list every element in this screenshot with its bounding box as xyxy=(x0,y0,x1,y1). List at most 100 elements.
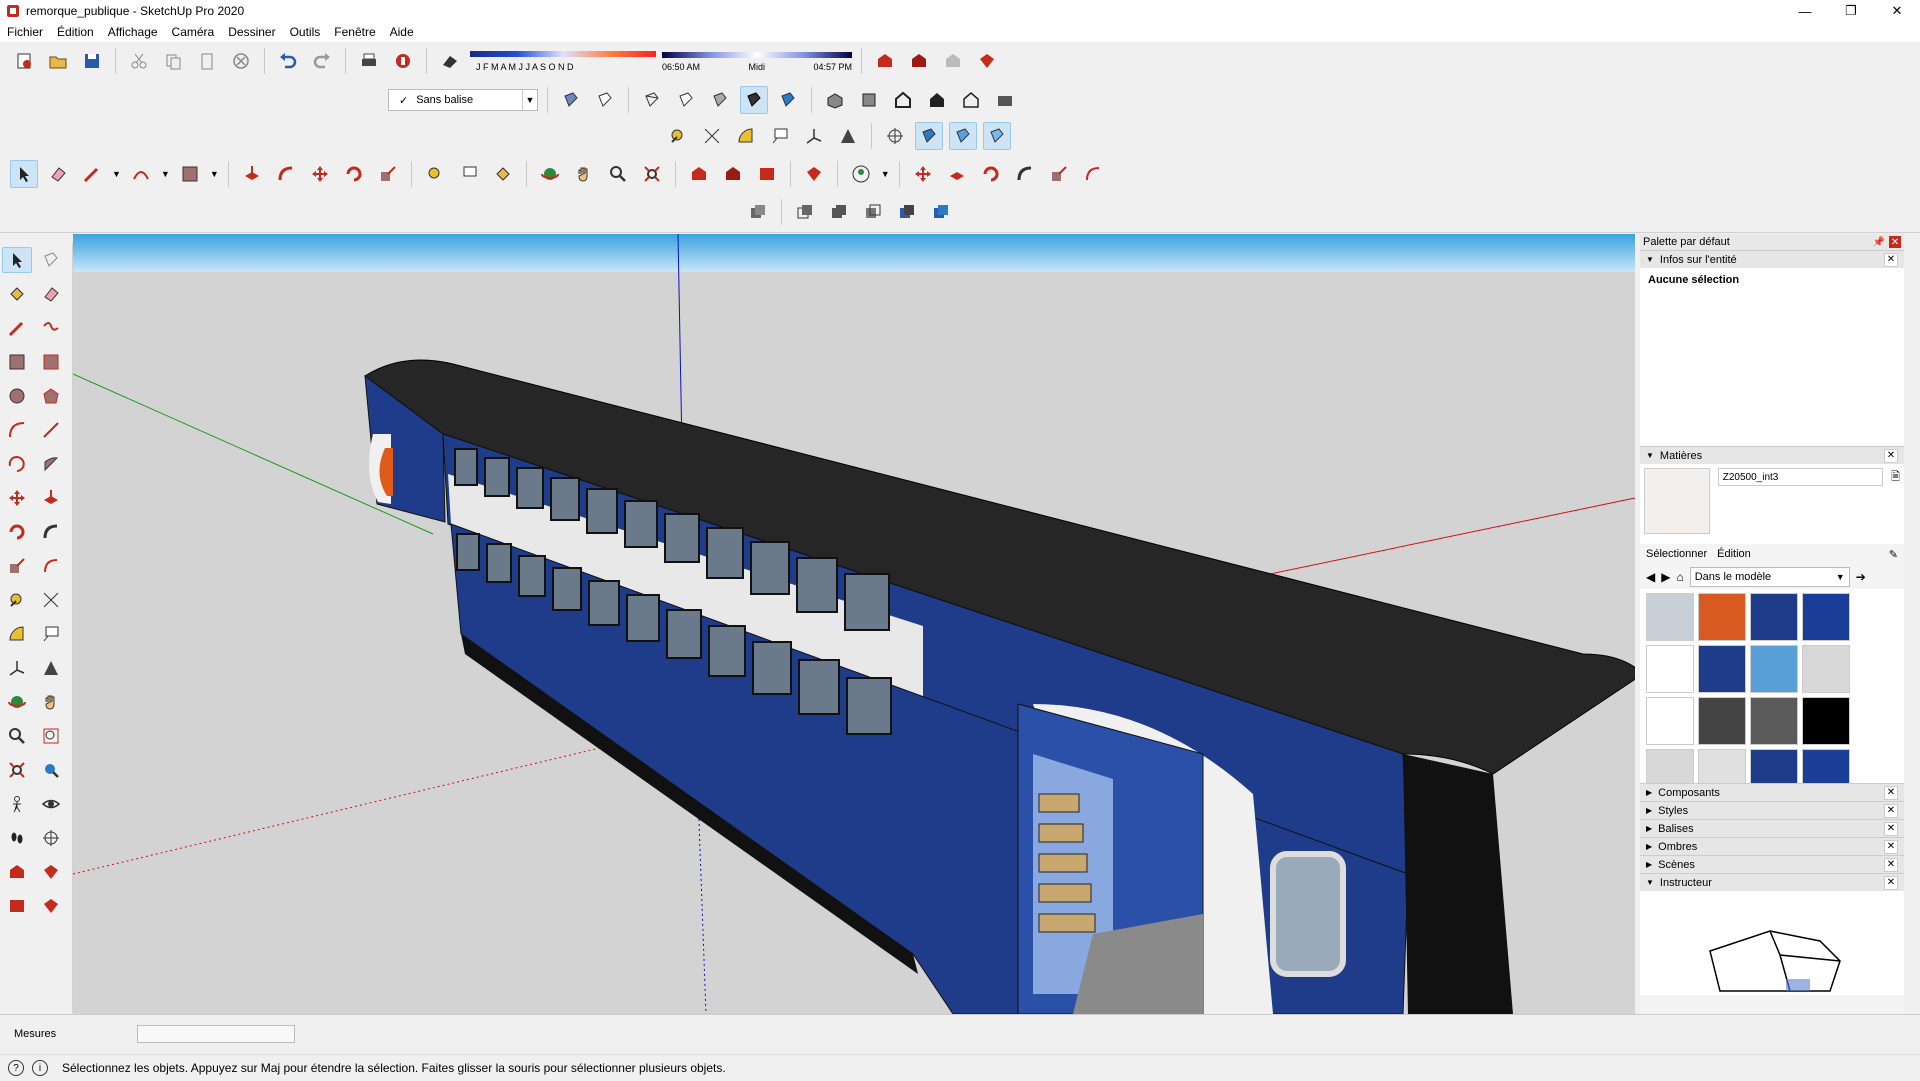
home-icon[interactable]: ⌂ xyxy=(1676,570,1683,584)
share-component-button[interactable] xyxy=(939,47,967,75)
material-thumbnail[interactable] xyxy=(1698,749,1746,783)
material-thumbnail[interactable] xyxy=(1698,697,1746,745)
top-view-button[interactable] xyxy=(855,86,883,114)
arc-tool-button[interactable] xyxy=(127,160,155,188)
pie-button[interactable] xyxy=(36,451,66,477)
tray-close-icon[interactable]: ✕ xyxy=(1889,236,1901,248)
section-fill-button[interactable] xyxy=(983,122,1011,150)
split-button[interactable] xyxy=(927,198,955,226)
extension-warehouse-left-button[interactable] xyxy=(36,859,66,885)
extension-manager-button[interactable] xyxy=(800,160,828,188)
intersect-button[interactable] xyxy=(791,198,819,226)
share-model-2-button[interactable] xyxy=(719,160,747,188)
material-thumbnail[interactable] xyxy=(1646,749,1694,783)
chevron-down-icon[interactable]: ▼ xyxy=(210,169,219,179)
shadows-toggle-button[interactable] xyxy=(436,47,464,75)
material-thumbnail[interactable] xyxy=(1646,645,1694,693)
eyedropper-icon[interactable]: ✎ xyxy=(1889,548,1898,561)
orbit-left-button[interactable] xyxy=(2,689,32,715)
entity-info-header[interactable]: ▼ Infos sur l'entité ✕ xyxy=(1640,250,1904,268)
panel-close-icon[interactable]: ✕ xyxy=(1884,252,1898,267)
monochrome-button[interactable] xyxy=(774,86,802,114)
erase-button[interactable] xyxy=(227,47,255,75)
tape-measure-button[interactable] xyxy=(664,122,692,150)
details-arrow-icon[interactable]: ➔ xyxy=(1856,570,1866,584)
material-thumbnail[interactable] xyxy=(1750,749,1798,783)
rectangle-left-button[interactable] xyxy=(2,349,32,375)
subtract-button[interactable] xyxy=(859,198,887,226)
menu-outils[interactable]: Outils xyxy=(283,25,328,39)
shaded-button[interactable] xyxy=(706,86,734,114)
rotate-2-button[interactable] xyxy=(977,160,1005,188)
tape-tool-button[interactable] xyxy=(421,160,449,188)
create-material-icon[interactable]: 🗎 xyxy=(1891,468,1900,540)
open-button[interactable] xyxy=(44,47,72,75)
3d-text-button[interactable] xyxy=(834,122,862,150)
lasso-button[interactable] xyxy=(36,247,66,273)
cut-button[interactable] xyxy=(125,47,153,75)
menu-dessiner[interactable]: Dessiner xyxy=(221,25,282,39)
material-thumbnail[interactable] xyxy=(1698,645,1746,693)
tape-left-button[interactable] xyxy=(2,587,32,613)
section-plane-left-button[interactable] xyxy=(36,825,66,851)
pin-icon[interactable]: 📌 xyxy=(1873,237,1885,248)
menu-camera[interactable]: Caméra xyxy=(165,25,222,39)
forward-arrow-icon[interactable]: ▶ xyxy=(1661,570,1670,584)
print-button[interactable] xyxy=(355,47,383,75)
outer-shell-button[interactable] xyxy=(744,198,772,226)
material-thumbnail[interactable] xyxy=(1802,697,1850,745)
text-tool-button[interactable] xyxy=(455,160,483,188)
maximize-button[interactable]: ❐ xyxy=(1828,0,1874,22)
styles-header[interactable]: ▶ Styles ✕ xyxy=(1640,801,1904,819)
tag-select[interactable]: ✓ Sans balise ▼ xyxy=(388,89,538,111)
tab-edit[interactable]: Édition xyxy=(1717,548,1751,561)
material-thumbnail[interactable] xyxy=(1802,749,1850,783)
push-pull-button[interactable] xyxy=(238,160,266,188)
3d-text-left-button[interactable] xyxy=(36,655,66,681)
chevron-down-icon[interactable]: ▼ xyxy=(161,169,170,179)
move-2-button[interactable] xyxy=(909,160,937,188)
select-tool-left-button[interactable] xyxy=(2,247,32,273)
layout-button[interactable] xyxy=(753,160,781,188)
measurements-input[interactable] xyxy=(137,1025,295,1043)
2pt-arc-button[interactable] xyxy=(36,417,66,443)
trim-button[interactable] xyxy=(893,198,921,226)
push-pull-2-button[interactable] xyxy=(943,160,971,188)
warehouse-3d-button[interactable] xyxy=(685,160,713,188)
menu-aide[interactable]: Aide xyxy=(383,25,421,39)
offset-left-button[interactable] xyxy=(36,553,66,579)
chevron-down-icon[interactable]: ▼ xyxy=(881,169,890,179)
zoom-left-button[interactable] xyxy=(2,723,32,749)
chevron-down-icon[interactable]: ▼ xyxy=(112,169,121,179)
walk-button[interactable] xyxy=(2,825,32,851)
user-account-button[interactable] xyxy=(847,160,875,188)
paint-bucket-button[interactable] xyxy=(489,160,517,188)
eraser-left-button[interactable] xyxy=(36,281,66,307)
material-thumbnail[interactable] xyxy=(1750,645,1798,693)
axes-button[interactable] xyxy=(800,122,828,150)
material-name-field[interactable]: Z20500_int3 xyxy=(1717,468,1884,486)
previous-view-button[interactable] xyxy=(36,757,66,783)
panel-close-icon[interactable]: ✕ xyxy=(1884,857,1898,872)
offset-button[interactable] xyxy=(1079,160,1107,188)
union-button[interactable] xyxy=(825,198,853,226)
follow-me-2-button[interactable] xyxy=(1011,160,1039,188)
ruby-left-button[interactable] xyxy=(36,893,66,919)
panel-close-icon[interactable]: ✕ xyxy=(1884,448,1898,463)
orbit-tool-button[interactable] xyxy=(536,160,564,188)
rotate-left-button[interactable] xyxy=(2,519,32,545)
back-arrow-icon[interactable]: ◀ xyxy=(1646,570,1655,584)
3pt-arc-button[interactable] xyxy=(2,451,32,477)
material-thumbnail[interactable] xyxy=(1750,593,1798,641)
time-slider[interactable]: 06:50 AM Midi 04:57 PM xyxy=(662,46,852,76)
new-file-button[interactable] xyxy=(10,47,38,75)
undo-button[interactable] xyxy=(274,47,302,75)
follow-me-left-button[interactable] xyxy=(36,519,66,545)
rotated-rectangle-button[interactable] xyxy=(36,349,66,375)
pan-tool-button[interactable] xyxy=(570,160,598,188)
material-thumbnail[interactable] xyxy=(1698,593,1746,641)
rectangle-tool-button[interactable] xyxy=(176,160,204,188)
scale-tool-button[interactable] xyxy=(374,160,402,188)
freehand-button[interactable] xyxy=(36,315,66,341)
close-button[interactable]: ✕ xyxy=(1874,0,1920,22)
